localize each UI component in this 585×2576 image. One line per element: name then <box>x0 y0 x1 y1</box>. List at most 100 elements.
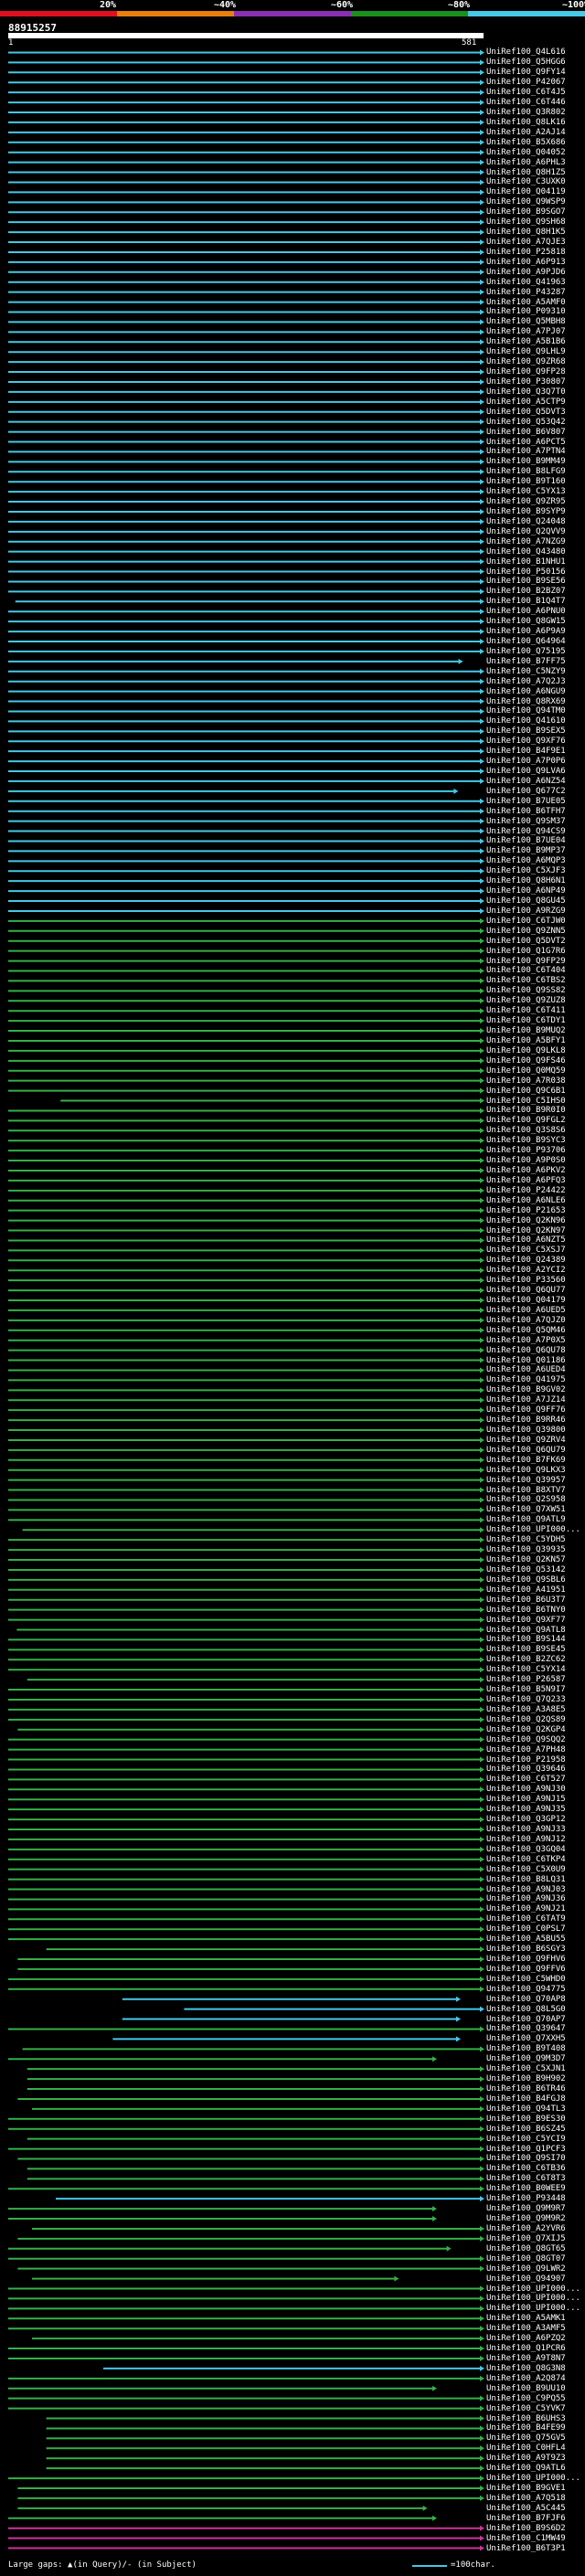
hit-label[interactable]: UniRef100_P33560 <box>486 1276 566 1285</box>
hit-label[interactable]: UniRef100_C5WHD0 <box>486 1975 566 1984</box>
hit-label[interactable]: UniRef100_Q41610 <box>486 716 566 726</box>
hit-label[interactable]: UniRef100_Q9ZRV4 <box>486 1436 566 1445</box>
hit-label[interactable]: UniRef100_Q9SM37 <box>486 817 566 826</box>
hit-label[interactable]: UniRef100_Q8GT65 <box>486 2244 566 2253</box>
hit-label[interactable]: UniRef100_Q9M9R2 <box>486 2214 566 2223</box>
hit-label[interactable]: UniRef100_Q1G7R6 <box>486 947 566 956</box>
hit-label[interactable]: UniRef100_Q8H1Z5 <box>486 168 566 177</box>
hit-label[interactable]: UniRef100_A6PFQ3 <box>486 1176 566 1185</box>
hit-label[interactable]: UniRef100_B9H902 <box>486 2074 566 2083</box>
hit-label[interactable]: UniRef100_Q5DVT2 <box>486 937 566 946</box>
hit-label[interactable]: UniRef100_Q2S958 <box>486 1495 566 1504</box>
hit-label[interactable]: UniRef100_Q9LKL8 <box>486 1046 566 1055</box>
hit-label[interactable]: UniRef100_A7P0P6 <box>486 757 566 766</box>
hit-label[interactable]: UniRef100_A5C445 <box>486 2504 566 2513</box>
hit-label[interactable]: UniRef100_UPI000... <box>486 2304 580 2313</box>
hit-label[interactable]: UniRef100_A5CTP9 <box>486 398 566 407</box>
hit-label[interactable]: UniRef100_Q9ZR95 <box>486 497 566 506</box>
hit-label[interactable]: UniRef100_A6PKV2 <box>486 1166 566 1175</box>
hit-label[interactable]: UniRef100_Q9ZUZ8 <box>486 996 566 1005</box>
hit-label[interactable]: UniRef100_C5X0U9 <box>486 1865 566 1874</box>
hit-label[interactable]: UniRef100_A2AJ14 <box>486 128 566 137</box>
hit-label[interactable]: UniRef100_A6PZQ2 <box>486 2334 566 2343</box>
hit-label[interactable]: UniRef100_Q8H6N1 <box>486 876 566 885</box>
hit-label[interactable]: UniRef100_Q1PCR6 <box>486 2344 566 2353</box>
hit-label[interactable]: UniRef100_Q9FP29 <box>486 957 566 966</box>
hit-label[interactable]: UniRef100_Q8L5G0 <box>486 2005 566 2014</box>
hit-label[interactable]: UniRef100_P43287 <box>486 288 566 297</box>
hit-label[interactable]: UniRef100_C6T527 <box>486 1775 566 1784</box>
hit-label[interactable]: UniRef100_A2Q874 <box>486 2374 566 2383</box>
hit-label[interactable]: UniRef100_B6V807 <box>486 428 566 437</box>
hit-label[interactable]: UniRef100_Q9ATL9 <box>486 1515 566 1524</box>
hit-label[interactable]: UniRef100_Q24389 <box>486 1256 566 1265</box>
hit-label[interactable]: UniRef100_C6T411 <box>486 1006 566 1015</box>
hit-label[interactable]: UniRef100_B9SYP9 <box>486 507 566 516</box>
hit-label[interactable]: UniRef100_A5AMF0 <box>486 298 566 307</box>
hit-label[interactable]: UniRef100_A6NLE6 <box>486 1196 566 1205</box>
hit-label[interactable]: UniRef100_A6PHL3 <box>486 158 566 167</box>
hit-label[interactable]: UniRef100_C1MW49 <box>486 2534 566 2543</box>
hit-label[interactable]: UniRef100_UPI000... <box>486 2294 580 2303</box>
hit-label[interactable]: UniRef100_A6NGU9 <box>486 687 566 696</box>
hit-label[interactable]: UniRef100_B4FE99 <box>486 2423 566 2433</box>
hit-label[interactable]: UniRef100_Q41975 <box>486 1375 566 1384</box>
hit-label[interactable]: UniRef100_B8LFG9 <box>486 467 566 476</box>
hit-label[interactable]: UniRef100_Q9FHV6 <box>486 1955 566 1964</box>
hit-label[interactable]: UniRef100_C6TAT9 <box>486 1914 566 1924</box>
hit-label[interactable]: UniRef100_Q9FF76 <box>486 1405 566 1415</box>
hit-label[interactable]: UniRef100_B6TR46 <box>486 2084 566 2094</box>
hit-label[interactable]: UniRef100_A5BU55 <box>486 1935 566 1944</box>
hit-label[interactable]: UniRef100_A2YVR6 <box>486 2224 566 2233</box>
hit-label[interactable]: UniRef100_P30807 <box>486 377 566 387</box>
hit-label[interactable]: UniRef100_Q6QU77 <box>486 1286 566 1295</box>
hit-label[interactable]: UniRef100_Q9SBL6 <box>486 1575 566 1585</box>
hit-label[interactable]: UniRef100_C6TBS2 <box>486 976 566 985</box>
hit-label[interactable]: UniRef100_C5YX14 <box>486 1665 566 1674</box>
hit-label[interactable]: UniRef100_UPI000... <box>486 2474 580 2483</box>
hit-label[interactable]: UniRef100_Q39800 <box>486 1426 566 1435</box>
hit-label[interactable]: UniRef100_Q9FGL2 <box>486 1116 566 1125</box>
hit-label[interactable]: UniRef100_B6SGY3 <box>486 1945 566 1954</box>
hit-label[interactable]: UniRef100_Q7XXH5 <box>486 2034 566 2043</box>
hit-label[interactable]: UniRef100_B1NHU1 <box>486 557 566 567</box>
hit-label[interactable]: UniRef100_B6TNY0 <box>486 1606 566 1615</box>
hit-label[interactable]: UniRef100_Q9M9R7 <box>486 2204 566 2213</box>
hit-label[interactable]: UniRef100_Q9C6B1 <box>486 1087 566 1096</box>
hit-label[interactable]: UniRef100_UPI000... <box>486 2284 580 2294</box>
hit-label[interactable]: UniRef100_P93706 <box>486 1146 566 1155</box>
hit-label[interactable]: UniRef100_Q5QM46 <box>486 1326 566 1335</box>
hit-label[interactable]: UniRef100_B4F9E1 <box>486 747 566 756</box>
hit-label[interactable]: UniRef100_B5N9I7 <box>486 1685 566 1694</box>
hit-label[interactable]: UniRef100_Q7Q233 <box>486 1695 566 1704</box>
hit-label[interactable]: UniRef100_A6P913 <box>486 258 566 267</box>
hit-label[interactable]: UniRef100_C5XSJ7 <box>486 1246 566 1255</box>
hit-label[interactable]: UniRef100_Q94CS9 <box>486 827 566 836</box>
hit-label[interactable]: UniRef100_Q94TM0 <box>486 706 566 716</box>
hit-label[interactable]: UniRef100_Q2KN96 <box>486 1216 566 1225</box>
hit-label[interactable]: UniRef100_B5X686 <box>486 138 566 147</box>
hit-label[interactable]: UniRef100_Q41963 <box>486 278 566 287</box>
hit-label[interactable]: UniRef100_C3UXK0 <box>486 177 566 186</box>
hit-label[interactable]: UniRef100_C6TB36 <box>486 2164 566 2173</box>
hit-label[interactable]: UniRef100_Q70AP7 <box>486 2015 566 2024</box>
hit-label[interactable]: UniRef100_A6NP49 <box>486 886 566 896</box>
hit-label[interactable]: UniRef100_B8XTV7 <box>486 1486 566 1495</box>
hit-label[interactable]: UniRef100_Q3Q7T0 <box>486 387 566 397</box>
hit-label[interactable]: UniRef100_A3A8E5 <box>486 1705 566 1714</box>
hit-label[interactable]: UniRef100_B7FK69 <box>486 1456 566 1465</box>
hit-label[interactable]: UniRef100_A7P0X5 <box>486 1336 566 1345</box>
hit-label[interactable]: UniRef100_A6P9A9 <box>486 627 566 636</box>
hit-label[interactable]: UniRef100_Q53142 <box>486 1565 566 1574</box>
hit-label[interactable]: UniRef100_A7PTN4 <box>486 447 566 456</box>
hit-label[interactable]: UniRef100_Q9LHL9 <box>486 347 566 356</box>
hit-label[interactable]: UniRef100_B9UU10 <box>486 2384 566 2393</box>
hit-label[interactable]: UniRef100_Q9LVA6 <box>486 767 566 776</box>
hit-label[interactable]: UniRef100_A3AMF5 <box>486 2324 566 2333</box>
hit-label[interactable]: UniRef100_C5YDH5 <box>486 1535 566 1544</box>
hit-label[interactable]: UniRef100_Q5HGG6 <box>486 58 566 67</box>
hit-label[interactable]: UniRef100_B2BZ07 <box>486 587 566 596</box>
hit-label[interactable]: UniRef100_A5AMK1 <box>486 2314 566 2323</box>
hit-label[interactable]: UniRef100_A9NJ15 <box>486 1795 566 1804</box>
hit-label[interactable]: UniRef100_A6PNU0 <box>486 607 566 616</box>
